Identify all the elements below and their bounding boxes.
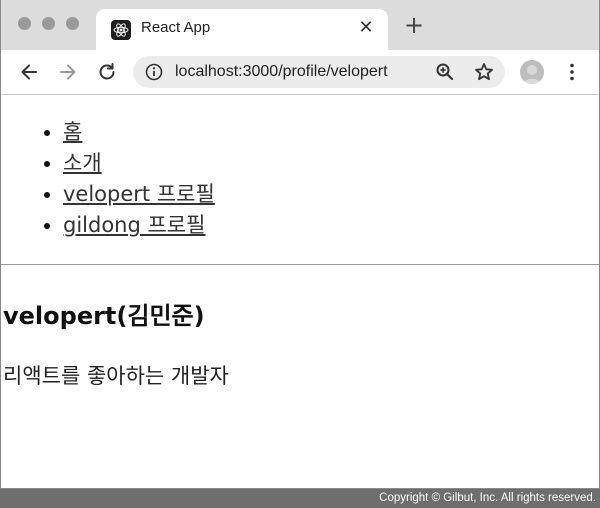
- zoom-icon[interactable]: [435, 62, 455, 82]
- horizontal-rule: [1, 264, 599, 265]
- star-icon[interactable]: [473, 61, 495, 83]
- react-logo-icon: [111, 20, 131, 40]
- tab-strip: React App ✕ +: [1, 0, 599, 50]
- url-text[interactable]: localhost:3000/profile/velopert: [175, 63, 388, 81]
- nav-item-about: 소개: [63, 148, 215, 179]
- nav-link-gildong-profile[interactable]: gildong 프로필: [63, 213, 205, 237]
- nav-link-velopert-profile[interactable]: velopert 프로필: [63, 182, 215, 206]
- tab-title: React App: [141, 19, 211, 36]
- profile-name: velopert(김민준): [3, 302, 205, 330]
- back-arrow-icon[interactable]: [18, 61, 40, 83]
- nav-link-about[interactable]: 소개: [63, 151, 102, 175]
- info-icon[interactable]: [145, 63, 163, 81]
- browser-toolbar: localhost:3000/profile/velopert: [1, 50, 599, 95]
- address-bar[interactable]: localhost:3000/profile/velopert: [133, 56, 505, 88]
- forward-arrow-icon[interactable]: [57, 61, 79, 83]
- footer-bar: Copyright © Gilbut, Inc. All rights rese…: [0, 489, 600, 508]
- nav-link-home[interactable]: 홈: [63, 120, 82, 144]
- page-content: 홈 소개 velopert 프로필 gildong 프로필 velopert(김…: [1, 95, 599, 488]
- nav-list: 홈 소개 velopert 프로필 gildong 프로필: [1, 117, 215, 241]
- tab-react-app[interactable]: React App ✕: [96, 9, 388, 50]
- close-window-button[interactable]: [18, 17, 31, 30]
- nav-item-velopert-profile: velopert 프로필: [63, 179, 215, 210]
- nav-item-home: 홈: [63, 117, 215, 148]
- more-vertical-icon[interactable]: [564, 62, 580, 82]
- copyright-text: Copyright © Gilbut, Inc. All rights rese…: [379, 492, 596, 504]
- close-tab-icon[interactable]: ✕: [356, 18, 376, 38]
- reload-icon[interactable]: [96, 61, 118, 83]
- minimize-window-button[interactable]: [42, 17, 55, 30]
- browser-window: React App ✕ + localhost:3000/profile/vel…: [0, 0, 600, 489]
- nav-item-gildong-profile: gildong 프로필: [63, 210, 215, 241]
- profile-description: 리액트를 좋아하는 개발자: [3, 364, 229, 388]
- avatar[interactable]: [520, 60, 544, 84]
- new-tab-button[interactable]: +: [403, 13, 425, 37]
- maximize-window-button[interactable]: [66, 17, 79, 30]
